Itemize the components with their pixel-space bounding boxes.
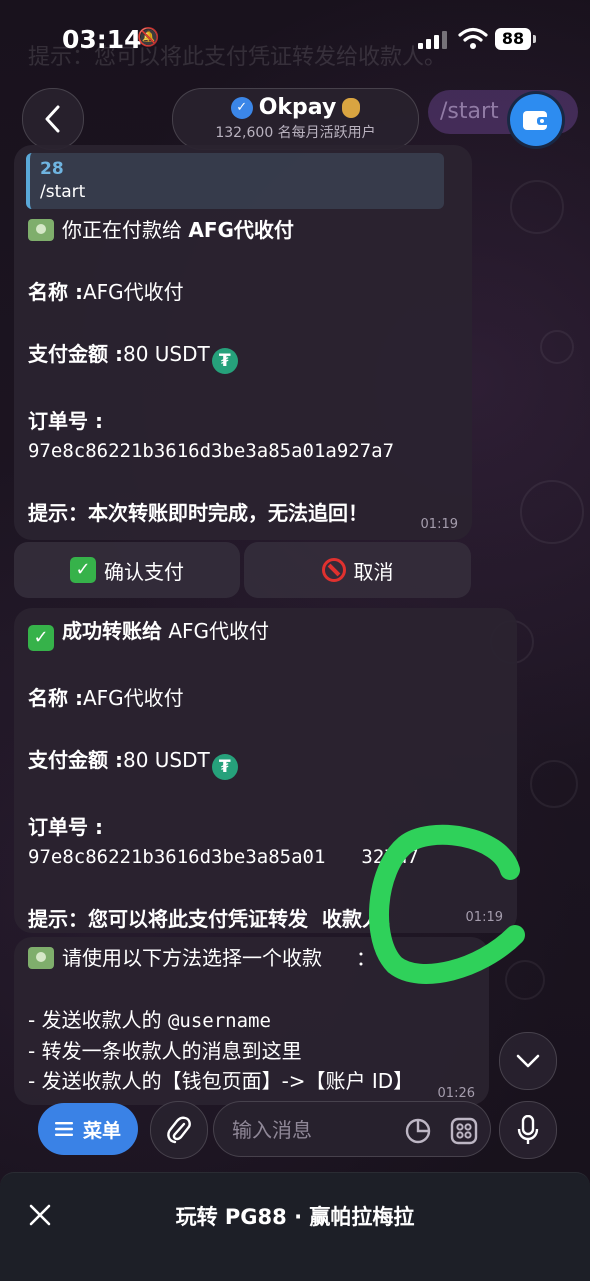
username-code: @username <box>167 1010 271 1032</box>
tether-icon: ₮ <box>211 754 238 780</box>
wifi-icon <box>458 27 488 49</box>
name-label: 名称 : <box>28 686 83 710</box>
payee-name: AFG代收付 <box>188 218 294 242</box>
message-time: 01:19 <box>420 517 458 532</box>
amount-value: 80 USDT <box>122 748 210 772</box>
reply-quote[interactable]: 28 /start <box>26 153 444 209</box>
name-line: 名称 :AFG代收付 <box>28 277 458 307</box>
money-bag-icon <box>342 97 361 118</box>
reply-sender: 28 <box>40 159 64 179</box>
back-button[interactable] <box>22 88 84 150</box>
money-wings-icon <box>28 947 54 969</box>
menu-lines-icon <box>54 1122 73 1136</box>
option-forward: - 转发一条收款人的消息到这里 <box>28 1039 302 1063</box>
tip-visible: 提示：您可以将此支付凭证转发 <box>28 907 308 931</box>
microphone-button[interactable] <box>499 1101 557 1159</box>
payment-request-message: 28 /start 你正在付款给 AFG代收付 名称 :AFG代收付 支付金额 … <box>14 145 472 540</box>
check-mark-icon: ✓ <box>70 557 96 583</box>
attach-button[interactable] <box>150 1101 208 1159</box>
success-label: 成功转账给 <box>62 619 162 643</box>
option-username: - 发送收款人的 @username <box>28 1005 475 1036</box>
bot-menu-button[interactable]: 菜单 <box>38 1103 138 1155</box>
tether-icon: ₮ <box>211 348 238 374</box>
green-c-annotation <box>369 824 525 984</box>
battery-tip <box>533 35 536 43</box>
verified-badge-icon: ✓ <box>230 96 253 119</box>
amount-label: 支付金额 : <box>28 342 123 366</box>
money-wings-icon <box>28 219 54 241</box>
status-bar: 03:14 🔕 88 <box>0 0 590 80</box>
paperclip-icon <box>167 1116 191 1144</box>
cancel-button[interactable]: 取消 <box>244 542 471 598</box>
amount-value: 80 USDT <box>122 342 210 366</box>
chevron-down-icon <box>516 1054 540 1068</box>
cancel-label: 取消 <box>353 559 394 584</box>
check-mark-icon: ✓ <box>28 625 54 651</box>
payment-to-line: 你正在付款给 AFG代收付 <box>28 215 458 245</box>
sticker-icon[interactable] <box>404 1117 432 1145</box>
cellular-signal-icon <box>418 31 448 49</box>
payment-to-text: 你正在付款给 <box>62 218 189 242</box>
instruction-text: 请使用以下方法选择一个收款 <box>62 946 322 970</box>
option-username-text: - 发送收款人的 <box>28 1008 168 1032</box>
success-line: ✓ 成功转账给 AFG代收付 <box>28 616 503 651</box>
menu-label: 菜单 <box>82 1119 121 1142</box>
name-line: 名称 :AFG代收付 <box>28 683 503 713</box>
tip-text: 提示：本次转账即时完成，无法追回！ <box>28 501 368 525</box>
amount-line: 支付金额 :80 USDT ₮ <box>28 339 458 374</box>
chevron-left-icon <box>45 105 60 133</box>
option-account-id: - 发送收款人的【钱包页面】->【账户 ID】 <box>28 1069 414 1093</box>
battery-indicator: 88 <box>495 28 531 50</box>
scroll-down-button[interactable] <box>499 1032 557 1090</box>
name-label: 名称 : <box>28 280 83 304</box>
message-input[interactable] <box>230 1114 404 1146</box>
order-id: 97e8c86221b3616d3be3a85a01a927a7 <box>28 440 395 462</box>
emoji-grid-icon[interactable] <box>450 1117 478 1145</box>
name-value: AFG代收付 <box>82 686 184 710</box>
microphone-icon <box>517 1115 539 1144</box>
confirm-payment-button[interactable]: ✓ 确认支付 <box>14 542 240 598</box>
prohibited-icon <box>321 558 346 582</box>
status-time: 03:14 <box>62 25 142 54</box>
message-time: 01:26 <box>437 1086 475 1101</box>
wallet-icon <box>523 111 549 130</box>
order-label: 订单号 : <box>28 409 103 433</box>
chat-title[interactable]: ✓ Okpay 132,600 名每月活跃用户 <box>172 88 419 150</box>
name-value: AFG代收付 <box>82 280 184 304</box>
mini-app-title: 玩转 PG88 · 赢帕拉梅拉 <box>175 1205 415 1229</box>
chat-subtitle: 132,600 名每月活跃用户 <box>215 125 376 141</box>
mini-app-bar[interactable]: 玩转 PG88 · 赢帕拉梅拉 <box>0 1172 590 1281</box>
confirm-label: 确认支付 <box>104 559 184 584</box>
bot-avatar[interactable] <box>507 91 565 149</box>
amount-line: 支付金额 :80 USDT ₮ <box>28 745 503 780</box>
silent-mode-icon: 🔕 <box>137 27 160 48</box>
reply-text: /start <box>40 182 86 202</box>
amount-label: 支付金额 : <box>28 748 123 772</box>
order-id-visible: 97e8c86221b3616d3be3a85a01 <box>28 846 326 868</box>
success-payee: AFG代收付 <box>162 619 270 643</box>
chat-name: Okpay <box>258 95 337 120</box>
